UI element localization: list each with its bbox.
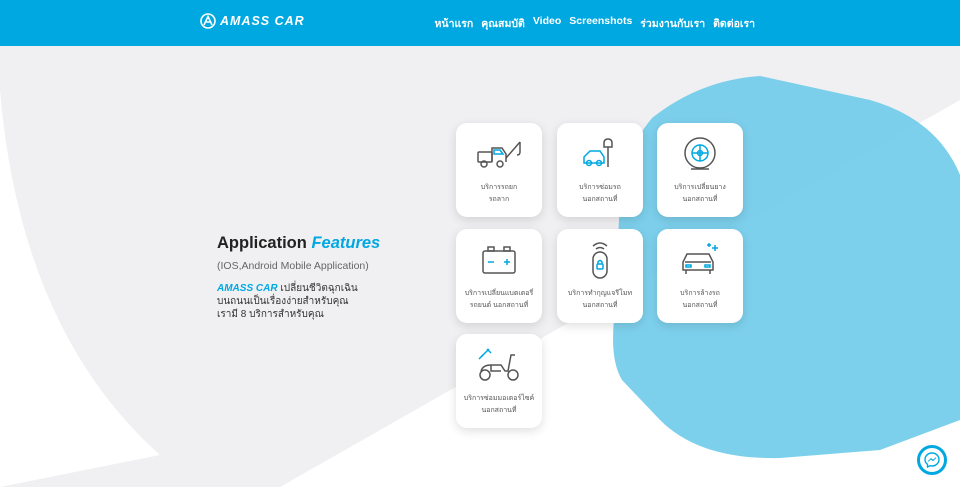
service-card-repair[interactable]: บริการซ่อมรถ นอกสถานที่ — [557, 123, 643, 217]
service-label-line2: รถลาก — [488, 196, 510, 203]
service-card-tire[interactable]: บริการเปลี่ยนยาง นอกสถานที่ — [657, 123, 743, 217]
service-label: บริการเปลี่ยนยาง นอกสถานที่ — [660, 182, 740, 206]
battery-icon — [475, 242, 523, 278]
service-label: บริการล้างรถ นอกสถานที่ — [660, 288, 740, 312]
nav-contact[interactable]: ติดต่อเรา — [713, 15, 755, 32]
service-label-line1: บริการรถยก — [480, 184, 518, 191]
service-label-line2: นอกสถานที่ — [582, 302, 618, 309]
service-label-line2: นอกสถานที่ — [582, 196, 618, 203]
car-remote-icon — [576, 242, 624, 279]
scooter-repair-icon — [475, 347, 523, 383]
service-label: บริการเปลี่ยนแบตเตอรี่ รถยนต์ นอกสถานที่ — [459, 288, 539, 312]
nav-video[interactable]: Video — [533, 15, 561, 32]
hero-section: Application Features (IOS,Android Mobile… — [217, 234, 437, 321]
service-card-tow[interactable]: บริการรถยก รถลาก — [456, 123, 542, 217]
service-label: บริการรถยก รถลาก — [459, 182, 539, 206]
brand-name: AMASS CAR — [217, 283, 278, 294]
service-card-remote-key[interactable]: บริการทำกุญแจรีโมท นอกสถานที่ — [557, 229, 643, 323]
service-label-line2: รถยนต์ นอกสถานที่ — [469, 302, 529, 309]
service-card-motorcycle[interactable]: บริการซ่อมมอเตอร์ไซค์ นอกสถานที่ — [456, 334, 542, 428]
service-label: บริการซ่อมรถ นอกสถานที่ — [560, 182, 640, 206]
tow-truck-icon — [475, 136, 523, 172]
logo[interactable]: AMASS CAR — [200, 13, 305, 29]
nav-home[interactable]: หน้าแรก — [435, 15, 474, 32]
title-main: Application — [217, 234, 307, 252]
top-navbar: AMASS CAR หน้าแรก คุณสมบัติ Video Screen… — [0, 0, 960, 46]
nav-features[interactable]: คุณสมบัติ — [481, 15, 525, 32]
hero-subtitle: (IOS,Android Mobile Application) — [217, 260, 369, 272]
messenger-icon — [924, 452, 940, 468]
desc-line-2: บนถนนเป็นเรื่องง่ายสำหรับคุณ — [217, 296, 349, 307]
tire-icon — [676, 136, 724, 172]
logo-icon — [200, 13, 216, 29]
service-label-line1: บริการซ่อมรถ — [579, 184, 621, 191]
main-nav: หน้าแรก คุณสมบัติ Video Screenshots ร่วม… — [435, 15, 756, 32]
service-label: บริการทำกุญแจรีโมท นอกสถานที่ — [560, 288, 640, 312]
messenger-chat-button[interactable] — [917, 445, 947, 475]
desc-line-3: เรามี 8 บริการสำหรับคุณ — [217, 309, 324, 320]
service-label-line2: นอกสถานที่ — [481, 407, 517, 414]
nav-careers[interactable]: ร่วมงานกับเรา — [640, 15, 705, 32]
service-card-battery[interactable]: บริการเปลี่ยนแบตเตอรี่ รถยนต์ นอกสถานที่ — [456, 229, 542, 323]
logo-text: AMASS CAR — [220, 14, 305, 28]
service-label-line1: บริการทำกุญแจรีโมท — [567, 290, 633, 297]
service-label-line2: นอกสถานที่ — [682, 302, 718, 309]
hero-description: AMASS CAR เปลี่ยนชีวิตฉุกเฉิน บนถนนเป็นเ… — [217, 282, 437, 321]
service-label-line1: บริการล้างรถ — [680, 290, 720, 297]
service-label-line1: บริการเปลี่ยนยาง — [674, 184, 726, 191]
page-title: Application Features — [217, 234, 437, 253]
service-label-line1: บริการซ่อมมอเตอร์ไซค์ — [463, 395, 535, 402]
car-wash-icon — [676, 242, 724, 278]
service-card-car-wash[interactable]: บริการล้างรถ นอกสถานที่ — [657, 229, 743, 323]
nav-screenshots[interactable]: Screenshots — [569, 15, 632, 32]
service-label-line1: บริการเปลี่ยนแบตเตอรี่ — [464, 290, 534, 297]
service-label-line2: นอกสถานที่ — [682, 196, 718, 203]
title-accent: Features — [311, 234, 381, 252]
car-wrench-icon — [576, 136, 624, 172]
service-label: บริการซ่อมมอเตอร์ไซค์ นอกสถานที่ — [459, 393, 539, 417]
desc-line-1: เปลี่ยนชีวิตฉุกเฉิน — [277, 283, 358, 294]
